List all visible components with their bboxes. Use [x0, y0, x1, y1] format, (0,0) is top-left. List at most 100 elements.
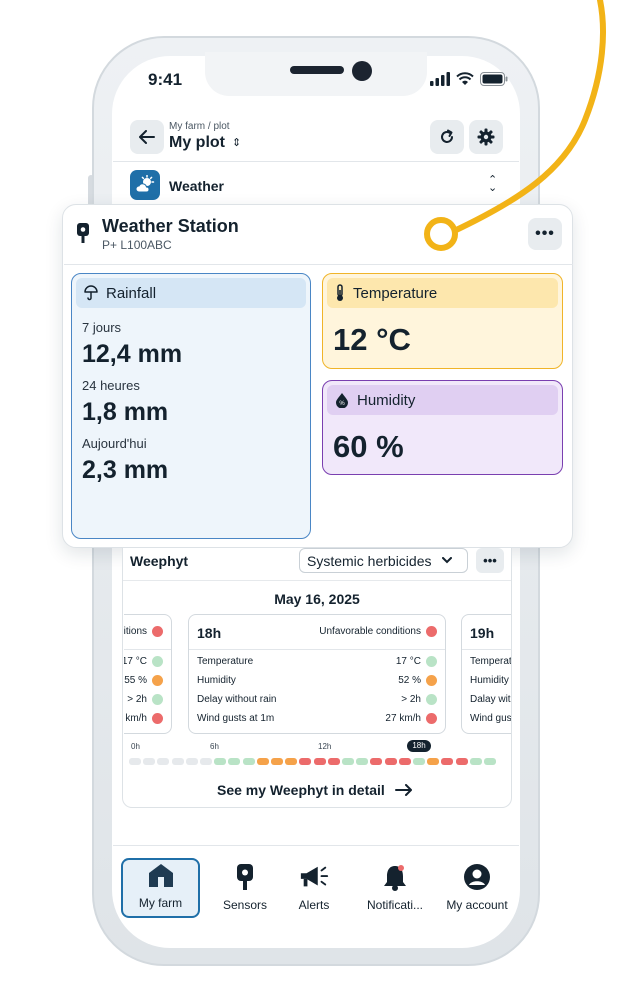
timeline-hour-bar[interactable] — [469, 758, 482, 765]
timeline-hour-bar[interactable] — [185, 758, 198, 765]
nav-label: Sensors — [222, 898, 268, 912]
refresh-button[interactable] — [430, 120, 464, 154]
timeline-hour-bar[interactable] — [455, 758, 468, 765]
status-time: 9:41 — [148, 70, 183, 89]
condition-label: Wind gusts at 1m — [197, 713, 275, 724]
back-button[interactable] — [130, 120, 164, 154]
nav-sensors[interactable]: Sensors — [213, 858, 277, 918]
wifi-icon — [456, 72, 474, 85]
nav-alerts[interactable]: Alerts — [285, 858, 343, 918]
timeline-hour-bar[interactable] — [285, 758, 298, 765]
breadcrumb: My farm / plot — [169, 121, 230, 132]
weephyt-detail-link[interactable]: See my Weephyt in detail — [217, 782, 413, 798]
megaphone-icon — [299, 862, 329, 892]
more-options-button[interactable]: ••• — [528, 218, 562, 250]
station-title: Weather Station — [102, 216, 239, 236]
timeline-hour-bar[interactable] — [327, 758, 340, 765]
timeline-hour-bar[interactable] — [413, 758, 425, 765]
timeline-hour-bar[interactable] — [370, 758, 383, 765]
timeline-hour-bar[interactable] — [171, 758, 184, 765]
thermometer-icon — [337, 284, 343, 301]
temperature-header: Temperature — [327, 278, 558, 308]
timeline-hour-bar[interactable] — [200, 758, 212, 765]
timeline-hour-bar[interactable] — [129, 758, 141, 765]
phone-camera — [352, 61, 372, 81]
product-type-value: Systemic herbicides — [307, 552, 432, 569]
timeline-label: 0h — [131, 742, 140, 751]
product-type-select[interactable]: Systemic herbicides — [299, 548, 468, 573]
hour-card-previous[interactable]: ditions 17 °C 55 % > 2h km/h — [124, 600, 174, 740]
status-text: ditions — [124, 626, 147, 637]
arrow-right-icon — [394, 784, 412, 796]
station-pin-icon — [77, 223, 89, 243]
nav-divider — [113, 845, 519, 846]
timeline-hour-bar[interactable] — [427, 758, 440, 765]
hour-value: 17 °C — [124, 656, 147, 667]
timeline-hour-bar[interactable] — [143, 758, 156, 765]
section-label[interactable]: Weather — [169, 178, 224, 194]
weephyt-title: Weephyt — [130, 553, 189, 569]
hour-card-hour: 18h — [197, 625, 222, 641]
weephyt-more-button[interactable]: ••• — [476, 548, 504, 573]
timeline-hour-bar[interactable] — [242, 758, 255, 765]
rainfall-panel[interactable]: Rainfall 7 jours 12,4 mm 24 heures 1,8 m… — [71, 273, 311, 539]
chevron-updown-icon[interactable]: ⌃ ⌄ — [488, 175, 497, 194]
rainfall-title: Rainfall — [106, 284, 157, 302]
timeline-hour-bar[interactable] — [299, 758, 312, 765]
plot-selector[interactable]: My plot — [169, 134, 225, 152]
hour-card-next[interactable]: 19h Temperat Humidity Dalay wit Wind gus — [461, 600, 511, 740]
status-text: Unfavorable conditions — [319, 626, 421, 637]
condition-label: Temperat — [470, 656, 511, 667]
nav-my-farm[interactable]: My farm — [121, 858, 200, 918]
temperature-panel[interactable]: Temperature 12 °C — [322, 273, 563, 369]
temperature-value: 12 °C — [333, 322, 411, 357]
rainfall-value: 12,4 mm — [82, 340, 183, 368]
settings-button[interactable] — [469, 120, 503, 154]
timeline-hour-bar[interactable] — [398, 758, 411, 765]
station-id: P+ L100ABC — [102, 238, 172, 252]
timeline-hour-bar[interactable] — [484, 758, 496, 765]
timeline-hour-bar[interactable] — [157, 758, 170, 765]
chevron-updown-icon[interactable]: ⇕ — [232, 136, 241, 149]
umbrella-icon — [84, 285, 98, 301]
rainfall-header: Rainfall — [76, 278, 306, 308]
condition-label: Wind gus — [470, 713, 511, 724]
hour-value: 55 % — [124, 675, 147, 686]
humidity-panel[interactable]: % Humidity 60 % — [322, 380, 563, 475]
timeline-hour-bar[interactable] — [441, 758, 454, 765]
header-divider — [113, 161, 519, 162]
condition-value: 27 km/h — [385, 713, 421, 724]
status-dot — [426, 713, 437, 724]
nav-my-account[interactable]: My account — [441, 858, 513, 918]
timeline-hour-bar[interactable] — [384, 758, 397, 765]
rainfall-period-label: 24 heures — [82, 378, 140, 393]
rainfall-period-label: Aujourd'hui — [82, 436, 147, 451]
timeline-hour-bar[interactable] — [356, 758, 369, 765]
hour-value: km/h — [125, 713, 147, 724]
hour-card-current[interactable]: 18h Unfavorable conditions Temperature 17… — [188, 614, 446, 734]
status-dot — [152, 675, 163, 686]
rainfall-period-label: 7 jours — [82, 320, 122, 335]
rainfall-value: 1,8 mm — [82, 398, 169, 426]
nav-label: Alerts — [298, 898, 330, 912]
hour-value: > 2h — [127, 694, 147, 705]
timeline-hour-bar[interactable] — [228, 758, 241, 765]
status-dot — [152, 656, 163, 667]
battery-icon — [480, 72, 508, 86]
timeline-hour-bar[interactable] — [342, 758, 354, 765]
gear-icon — [477, 128, 495, 146]
detail-link-text: See my Weephyt in detail — [217, 782, 385, 798]
timeline-hour-bar[interactable] — [271, 758, 283, 765]
account-icon — [462, 862, 492, 892]
forecast-date: May 16, 2025 — [274, 591, 360, 607]
timeline-hour-bar[interactable] — [313, 758, 326, 765]
nav-notifications[interactable]: Notificati... — [356, 858, 434, 918]
home-icon — [146, 860, 176, 890]
status-dot — [426, 656, 437, 667]
hour-card-hour: 19h — [470, 625, 495, 641]
timeline-hour-bar[interactable] — [214, 758, 227, 765]
condition-label: Delay without rain — [197, 694, 277, 705]
rainfall-value: 2,3 mm — [82, 456, 169, 484]
timeline-hour-bar[interactable] — [256, 758, 269, 765]
temperature-title: Temperature — [353, 284, 438, 302]
